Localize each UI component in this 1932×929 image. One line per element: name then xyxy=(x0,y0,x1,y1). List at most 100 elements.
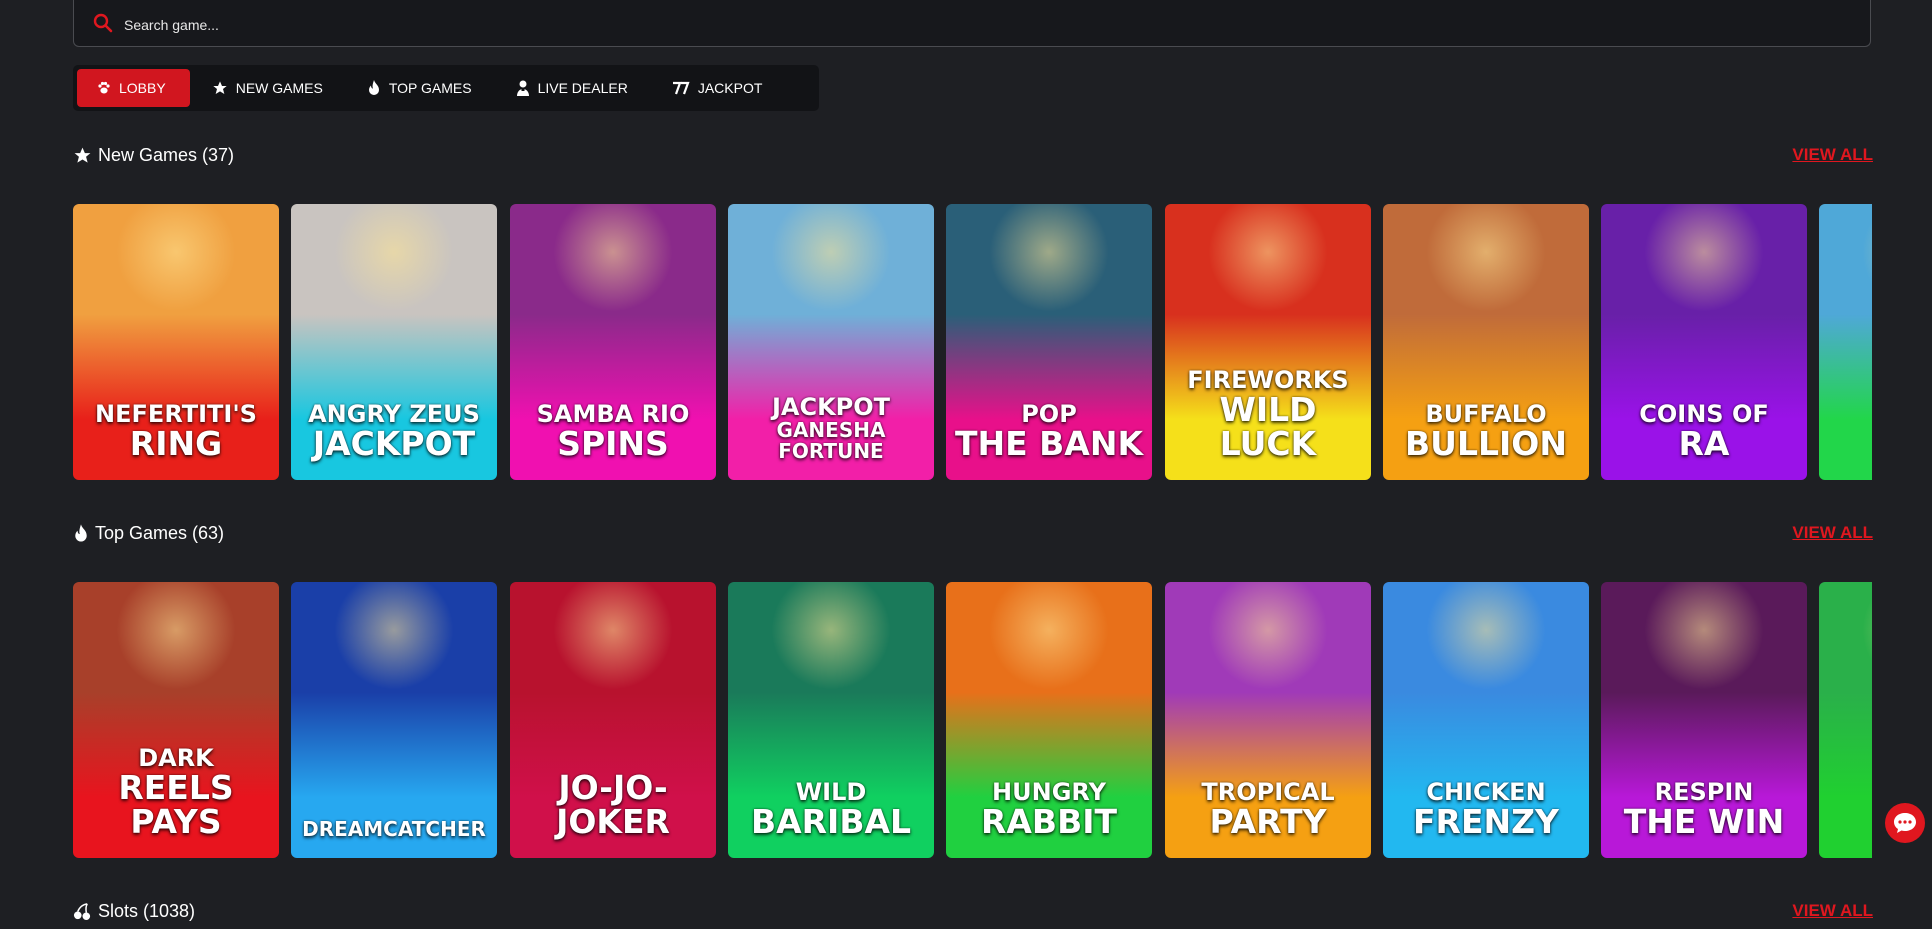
game-card[interactable]: JACKPOT GANESHA FORTUNE xyxy=(728,204,934,480)
section-title: New Games (37) xyxy=(73,145,234,166)
slots-header: Slots (1038) VIEW ALL xyxy=(73,901,1873,929)
game-artwork-glow xyxy=(989,204,1109,312)
dealer-icon xyxy=(516,80,529,96)
game-card[interactable]: DREAMCATCHER xyxy=(291,582,497,858)
game-title: JACKPOT GANESHA FORTUNE xyxy=(728,392,934,463)
game-title-line2: JACKPOT xyxy=(312,424,476,464)
chat-icon xyxy=(1894,813,1916,833)
top-games-row: DARK REELS PAYS DREAMCATCHER JO-JO-JOKER WIL… xyxy=(73,582,1872,858)
game-card[interactable]: BUFFALO BULLION xyxy=(1383,204,1589,480)
view-all-top-games-link[interactable]: VIEW ALL xyxy=(1792,523,1873,543)
game-artwork-glow xyxy=(1644,582,1764,690)
game-artwork xyxy=(1601,204,1807,375)
view-all-slots-link[interactable]: VIEW ALL xyxy=(1792,901,1873,921)
game-artwork xyxy=(946,582,1152,753)
tab-label: JACKPOT xyxy=(697,80,763,96)
game-title: BUFFALO BULLION xyxy=(1383,401,1589,464)
tab-jackpot[interactable]: JACKPOT xyxy=(650,69,785,107)
game-artwork-glow xyxy=(1208,204,1328,312)
game-artwork xyxy=(1819,204,1872,375)
game-title-line2: BULLION xyxy=(1405,424,1567,464)
game-artwork xyxy=(291,582,497,753)
game-title: SAMBA RIO SPINS xyxy=(510,401,716,464)
game-title-line2: REELS PAYS xyxy=(118,767,234,842)
game-artwork xyxy=(1165,582,1371,753)
game-artwork-glow xyxy=(771,204,891,312)
game-artwork-glow xyxy=(553,582,673,690)
game-title: NEFERTITI'S RING xyxy=(73,401,279,462)
game-card[interactable]: ANGRY ZEUS JACKPOT xyxy=(291,204,497,480)
game-title: FIREWORKS WILD LUCK xyxy=(1165,365,1371,462)
game-title-line2: JO-JO-JOKER xyxy=(556,767,670,842)
game-card[interactable]: SAMBA RIO SPINS xyxy=(510,204,716,480)
new-games-row: NEFERTITI'S RING ANGRY ZEUS JACKPOT SAMBA RI… xyxy=(73,204,1872,480)
game-artwork-glow xyxy=(1208,582,1328,690)
game-title: CHICKEN FRENZY xyxy=(1383,779,1589,840)
section-title: Slots (1038) xyxy=(73,901,195,922)
game-card[interactable]: RESPIN THE WIN xyxy=(1601,582,1807,858)
game-card[interactable]: COINS OF RA xyxy=(1601,204,1807,480)
seven-icon xyxy=(672,81,690,95)
game-card[interactable]: WILD BARIBAL xyxy=(728,582,934,858)
search-input[interactable] xyxy=(122,12,1826,38)
game-artwork-glow xyxy=(771,582,891,690)
game-artwork xyxy=(1383,204,1589,375)
tab-top-games[interactable]: TOP GAMES xyxy=(345,69,494,107)
game-title-line1: FIREWORKS xyxy=(1187,365,1349,394)
game-card[interactable]: TROPICAL PARTY xyxy=(1165,582,1371,858)
game-card[interactable]: FIREWORKS WILD LUCK xyxy=(1165,204,1371,480)
view-all-new-games-link[interactable]: VIEW ALL xyxy=(1792,145,1873,165)
game-title-line1: JACKPOT xyxy=(771,392,891,421)
game-artwork xyxy=(1601,582,1807,753)
game-title-line2: BARIBAL xyxy=(750,802,912,842)
game-card[interactable]: POP THE BANK xyxy=(946,204,1152,480)
section-title: Top Games (63) xyxy=(73,523,224,544)
game-title-line2: THE WIN xyxy=(1623,802,1785,842)
game-artwork-glow xyxy=(553,204,673,312)
game-card[interactable]: JO-JO-JOKER xyxy=(510,582,716,858)
game-artwork-glow xyxy=(989,582,1109,690)
game-title-line2: SPINS xyxy=(557,424,669,464)
game-title-line2: PARTY xyxy=(1209,802,1327,842)
game-artwork-glow xyxy=(334,582,454,690)
game-title-line1: EGG xyxy=(1823,437,1872,462)
game-artwork xyxy=(510,204,716,375)
game-title: ANGRY ZEUS JACKPOT xyxy=(291,401,497,464)
game-card[interactable]: OF xyxy=(1819,582,1872,858)
game-artwork-glow xyxy=(1862,204,1872,312)
tab-live-dealer[interactable]: LIVE DEALER xyxy=(494,69,650,107)
game-artwork xyxy=(1165,204,1371,375)
game-card[interactable]: CHICKEN FRENZY xyxy=(1383,582,1589,858)
tab-label: NEW GAMES xyxy=(235,80,323,96)
tab-new-games[interactable]: NEW GAMES xyxy=(190,69,345,107)
search-bar xyxy=(73,0,1871,47)
game-card[interactable]: EGG xyxy=(1819,204,1872,480)
tab-label: LOBBY xyxy=(119,80,166,96)
top-games-header: Top Games (63) VIEW ALL xyxy=(73,523,1873,551)
game-card[interactable]: DARK REELS PAYS xyxy=(73,582,279,858)
game-artwork-glow xyxy=(1426,582,1546,690)
game-card[interactable]: HUNGRY RABBIT xyxy=(946,582,1152,858)
flame-icon xyxy=(75,524,87,542)
game-title: DREAMCATCHER xyxy=(291,819,497,840)
game-artwork xyxy=(1383,582,1589,753)
game-artwork-glow xyxy=(116,582,236,690)
game-title: DARK REELS PAYS xyxy=(73,743,279,842)
game-title-line1: DARK xyxy=(138,743,214,772)
game-title-line2: GANESHA FORTUNE xyxy=(776,418,886,463)
game-artwork xyxy=(946,204,1152,375)
game-artwork xyxy=(1819,582,1872,753)
game-title-line2: THE BANK xyxy=(954,424,1144,464)
chat-button[interactable] xyxy=(1885,803,1925,843)
game-artwork-glow xyxy=(1862,582,1872,690)
game-title-line2: DREAMCATCHER xyxy=(302,817,486,841)
game-title: RESPIN THE WIN xyxy=(1601,779,1807,842)
game-artwork-glow xyxy=(1644,204,1764,312)
category-tabs: LOBBY NEW GAMES TOP GAMES LIVE DEALER JA… xyxy=(73,65,819,111)
game-artwork xyxy=(510,582,716,753)
new-games-header: New Games (37) VIEW ALL xyxy=(73,145,1873,173)
game-card[interactable]: NEFERTITI'S RING xyxy=(73,204,279,480)
tab-lobby[interactable]: LOBBY xyxy=(77,69,190,107)
paw-icon xyxy=(98,81,110,94)
game-title: OF xyxy=(1819,815,1872,840)
